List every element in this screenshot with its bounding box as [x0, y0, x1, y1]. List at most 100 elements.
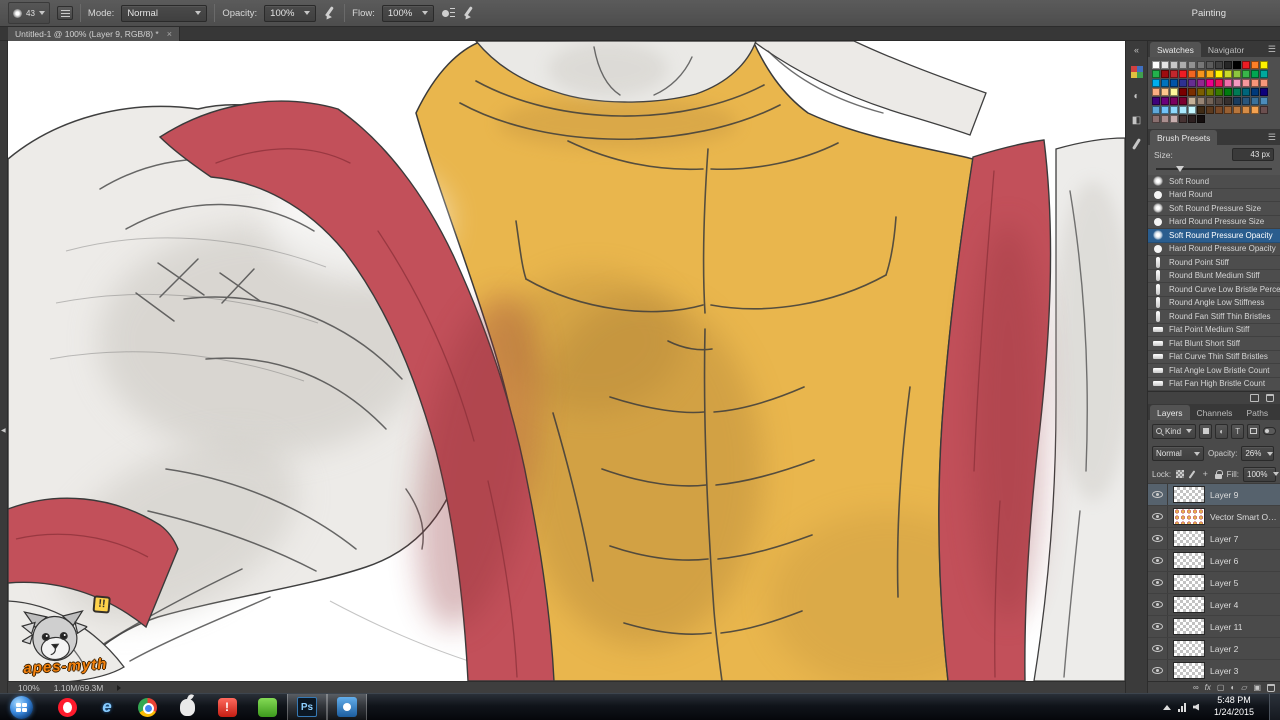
airbrush-icon[interactable]	[441, 6, 455, 20]
layer-thumbnail[interactable]	[1173, 640, 1205, 657]
layer-visibility-toggle[interactable]	[1148, 572, 1168, 593]
color-swatch[interactable]	[1260, 79, 1268, 87]
lock-transparency-icon[interactable]	[1175, 468, 1184, 480]
color-swatch[interactable]	[1152, 106, 1160, 114]
color-swatch[interactable]	[1197, 79, 1205, 87]
color-swatch[interactable]	[1242, 88, 1250, 96]
slider-knob[interactable]	[1176, 166, 1184, 172]
color-swatch[interactable]	[1224, 88, 1232, 96]
taskbar-app-opera[interactable]	[47, 694, 87, 720]
brush-preset-row[interactable]: Soft Round Pressure Opacity	[1148, 229, 1280, 243]
layer-visibility-toggle[interactable]	[1148, 484, 1168, 505]
brush-preset-row[interactable]: Flat Fan High Bristle Count	[1148, 378, 1280, 392]
layer-thumbnail[interactable]	[1173, 596, 1205, 613]
color-swatch[interactable]	[1242, 70, 1250, 78]
color-swatch[interactable]	[1161, 79, 1169, 87]
brush-preset-row[interactable]: Round Curve Low Bristle Percent	[1148, 283, 1280, 297]
color-swatch[interactable]	[1233, 106, 1241, 114]
document-tab[interactable]: Untitled-1 @ 100% (Layer 9, RGB/8) * ×	[8, 27, 180, 41]
color-swatch[interactable]	[1224, 70, 1232, 78]
taskbar-app-app-green[interactable]	[247, 694, 287, 720]
color-swatch[interactable]	[1242, 97, 1250, 105]
color-swatch[interactable]	[1152, 61, 1160, 69]
color-swatch[interactable]	[1251, 97, 1259, 105]
color-swatch[interactable]	[1197, 70, 1205, 78]
color-swatch[interactable]	[1179, 97, 1187, 105]
color-swatch[interactable]	[1197, 106, 1205, 114]
layer-row[interactable]: Layer 4	[1148, 594, 1280, 616]
layer-row[interactable]: Vector Smart Object	[1148, 506, 1280, 528]
color-swatch[interactable]	[1260, 70, 1268, 78]
adjustment-layer-icon[interactable]: ◐	[1230, 684, 1235, 692]
color-swatch[interactable]	[1188, 115, 1196, 123]
new-brush-icon[interactable]	[1250, 394, 1259, 402]
color-swatch[interactable]	[1242, 106, 1250, 114]
filter-pixel-layers-icon[interactable]	[1199, 424, 1212, 439]
color-swatch[interactable]	[1152, 115, 1160, 123]
tab-paths[interactable]: Paths	[1239, 405, 1275, 420]
layer-visibility-toggle[interactable]	[1148, 550, 1168, 571]
color-swatch[interactable]	[1251, 106, 1259, 114]
brush-preset-row[interactable]: Hard Round Pressure Size	[1148, 216, 1280, 230]
layer-group-icon[interactable]: ▱	[1241, 684, 1247, 692]
color-swatch[interactable]	[1197, 115, 1205, 123]
flow-dropdown[interactable]: 100%	[382, 5, 434, 22]
tab-navigator[interactable]: Navigator	[1201, 42, 1251, 57]
new-layer-icon[interactable]: ▣	[1253, 684, 1261, 692]
tab-layers[interactable]: Layers	[1150, 405, 1190, 420]
color-swatch[interactable]	[1215, 88, 1223, 96]
color-swatch[interactable]	[1179, 61, 1187, 69]
layer-thumbnail[interactable]	[1173, 486, 1205, 503]
panel-menu-icon[interactable]: ☰	[1268, 44, 1276, 55]
brush-preset-row[interactable]: Hard Round	[1148, 189, 1280, 203]
layer-thumbnail[interactable]	[1173, 574, 1205, 591]
color-swatch[interactable]	[1206, 97, 1214, 105]
color-swatch[interactable]	[1188, 106, 1196, 114]
color-swatch[interactable]	[1197, 97, 1205, 105]
color-swatch[interactable]	[1206, 79, 1214, 87]
color-swatch[interactable]	[1161, 106, 1169, 114]
volume-icon[interactable]	[1193, 704, 1199, 711]
size-input[interactable]: 43 px	[1232, 148, 1274, 161]
brush-preset-row[interactable]: Soft Round	[1148, 175, 1280, 189]
color-swatch[interactable]	[1206, 61, 1214, 69]
taskbar-app-app-red[interactable]: !	[207, 694, 247, 720]
color-swatch[interactable]	[1152, 79, 1160, 87]
color-swatch[interactable]	[1179, 115, 1187, 123]
color-swatch[interactable]	[1170, 79, 1178, 87]
color-swatch[interactable]	[1215, 70, 1223, 78]
layer-visibility-toggle[interactable]	[1148, 594, 1168, 615]
layer-filter-toggle[interactable]	[1263, 427, 1276, 435]
layer-visibility-toggle[interactable]	[1148, 528, 1168, 549]
color-swatch[interactable]	[1170, 106, 1178, 114]
filter-type-layers-icon[interactable]: T	[1231, 424, 1244, 439]
layer-blend-mode-dropdown[interactable]: Normal	[1152, 446, 1204, 461]
brush-preset-picker[interactable]: 43	[8, 2, 50, 24]
color-swatch[interactable]	[1242, 79, 1250, 87]
brush-panel-icon[interactable]	[1130, 137, 1144, 151]
color-swatch[interactable]	[1260, 97, 1268, 105]
color-swatch[interactable]	[1224, 97, 1232, 105]
color-swatch[interactable]	[1251, 61, 1259, 69]
delete-brush-icon[interactable]	[1266, 394, 1274, 402]
brush-preset-row[interactable]: Flat Curve Thin Stiff Bristles	[1148, 351, 1280, 365]
taskbar-app-photoshop[interactable]: Ps	[287, 694, 327, 720]
lock-pixels-icon[interactable]	[1188, 468, 1197, 480]
color-swatch[interactable]	[1188, 61, 1196, 69]
color-swatch[interactable]	[1233, 88, 1241, 96]
layer-row[interactable]: Layer 11	[1148, 616, 1280, 638]
color-swatch[interactable]	[1152, 70, 1160, 78]
layer-thumbnail[interactable]	[1173, 662, 1205, 679]
color-swatch[interactable]	[1170, 88, 1178, 96]
taskbar-app-apple[interactable]	[167, 694, 207, 720]
brush-preset-row[interactable]: Round Blunt Medium Stiff	[1148, 270, 1280, 284]
network-icon[interactable]	[1178, 703, 1186, 712]
lock-all-icon[interactable]	[1214, 468, 1223, 480]
color-swatch[interactable]	[1206, 88, 1214, 96]
color-swatch[interactable]	[1152, 88, 1160, 96]
color-swatch[interactable]	[1152, 97, 1160, 105]
color-swatch[interactable]	[1170, 61, 1178, 69]
color-panel-icon[interactable]	[1130, 65, 1144, 79]
layer-row[interactable]: Layer 9	[1148, 484, 1280, 506]
color-swatch[interactable]	[1215, 79, 1223, 87]
